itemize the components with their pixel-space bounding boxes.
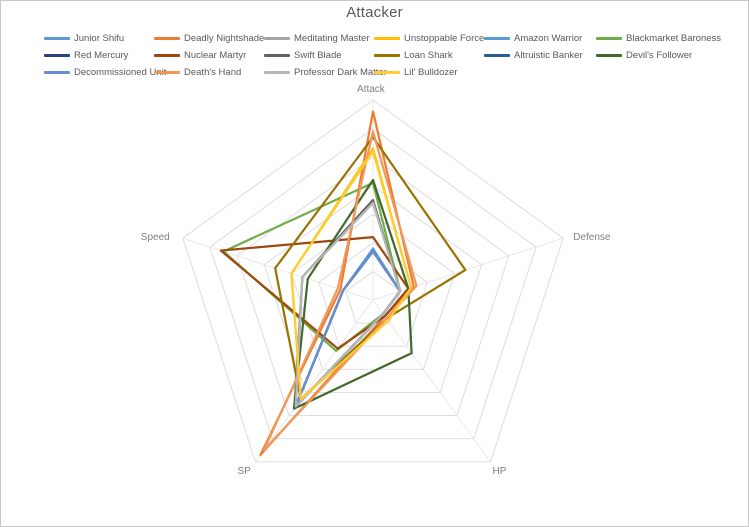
axis-label-sp: SP xyxy=(237,465,251,477)
radar-plot xyxy=(182,99,564,463)
axis-label-defense: Defense xyxy=(573,232,611,244)
radar-series-polygon[interactable] xyxy=(274,136,467,401)
radar-series-polygon[interactable] xyxy=(292,178,413,410)
radar-series-layer xyxy=(219,110,467,456)
axis-label-hp: HP xyxy=(492,465,507,477)
axis-label-attack: Attack xyxy=(357,84,385,95)
radar-axis-spoke xyxy=(372,299,491,463)
axis-label-speed: Speed xyxy=(140,232,170,244)
radar-series-polygon[interactable] xyxy=(294,201,402,408)
radar-series-polygon[interactable] xyxy=(292,201,402,410)
